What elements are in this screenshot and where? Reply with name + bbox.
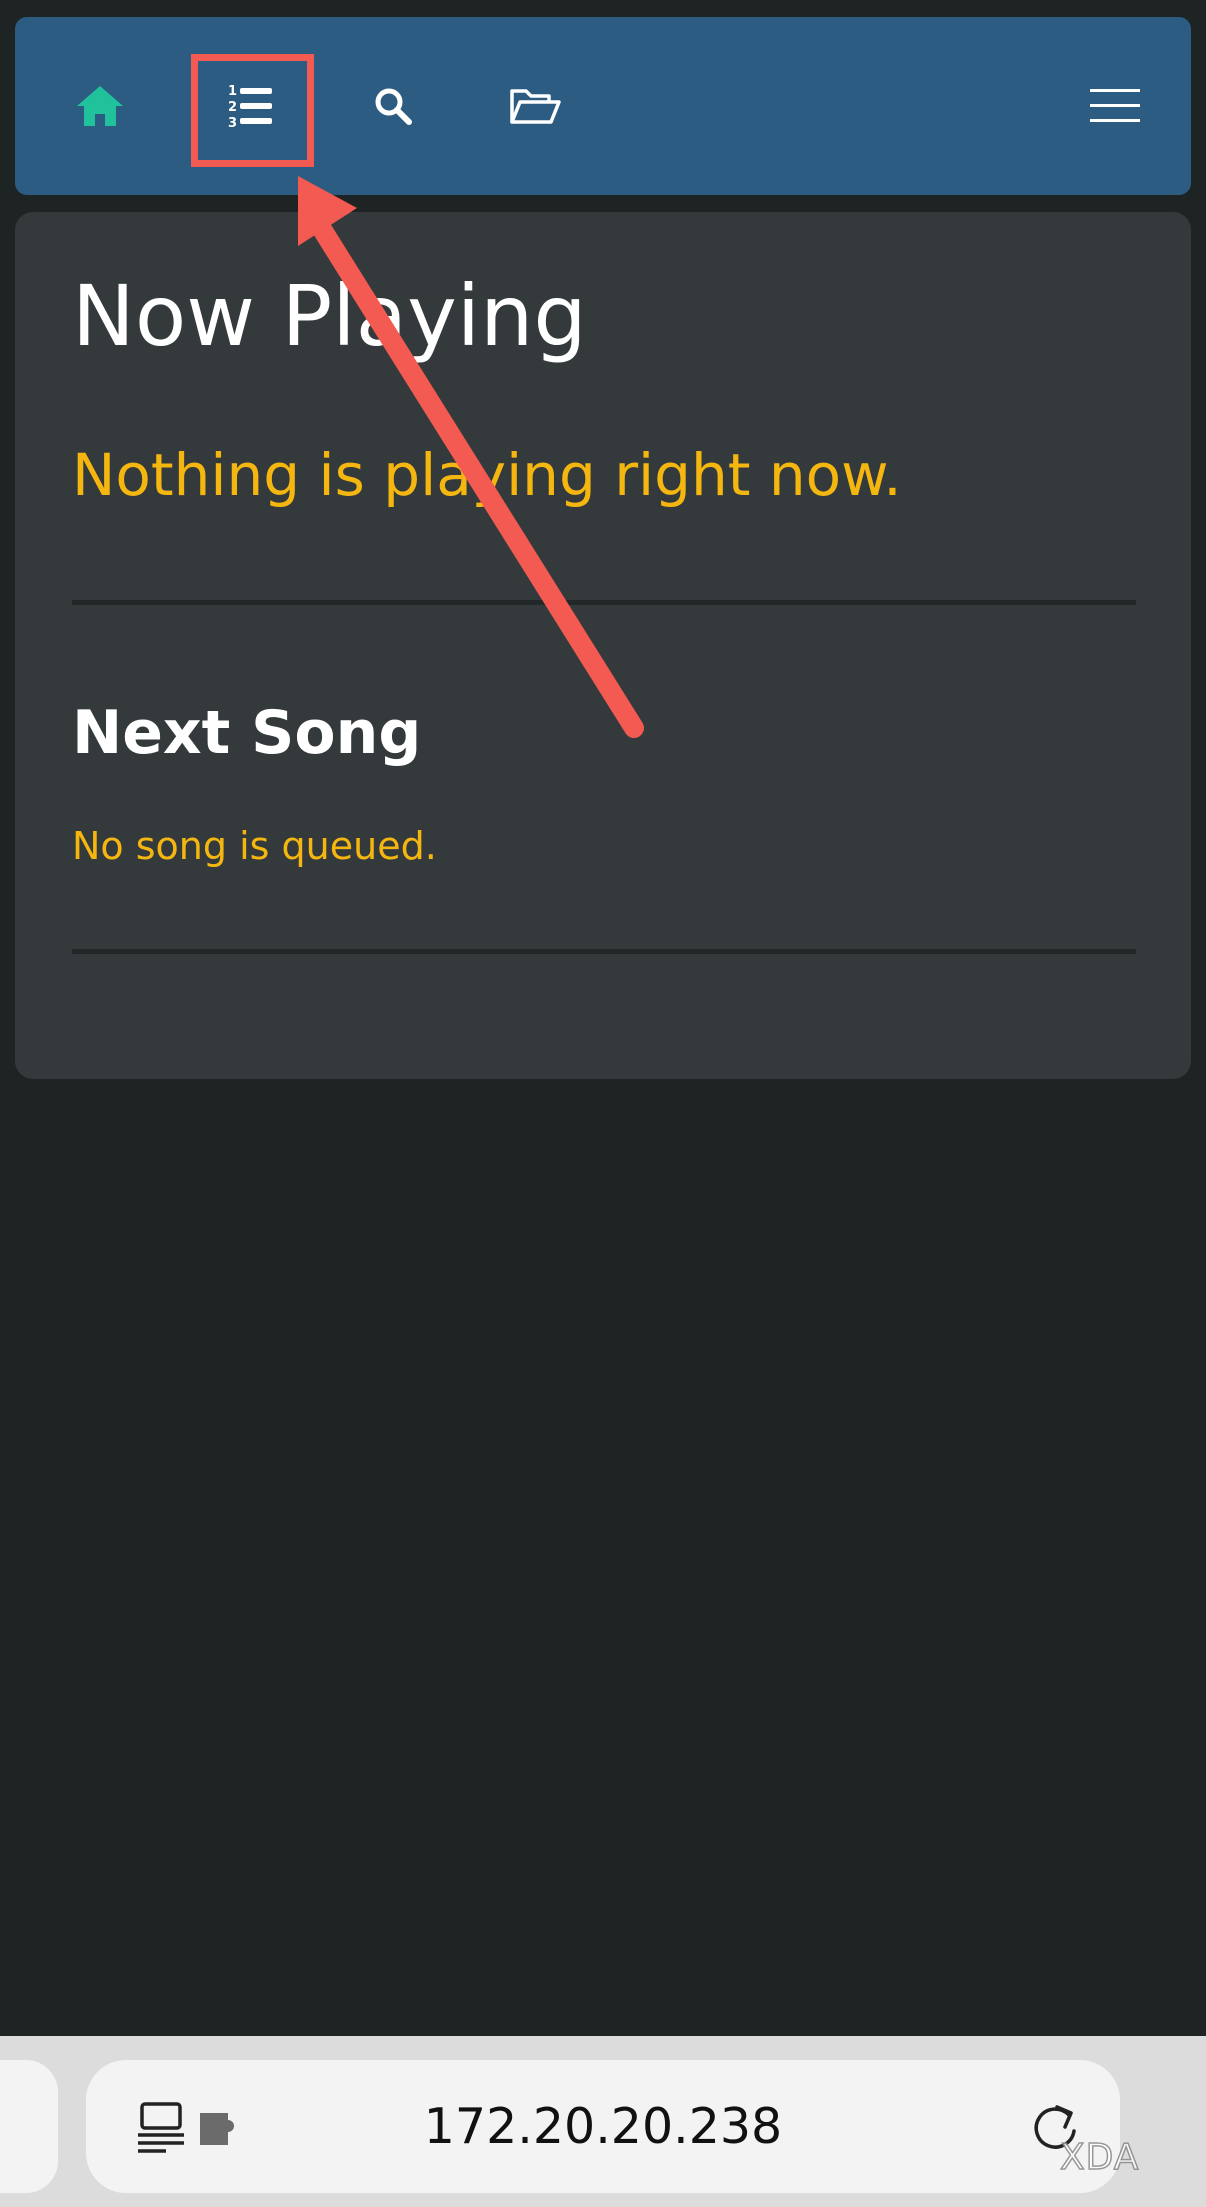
nav-search-button[interactable] — [343, 17, 443, 195]
now-playing-card: Now Playing Nothing is playing right now… — [15, 212, 1191, 1079]
browser-toolbar: 172.20.20.238 — [0, 2036, 1206, 2207]
nav-menu-button[interactable] — [1065, 17, 1165, 195]
nav-home-button[interactable] — [50, 17, 150, 195]
annotation-highlight-box — [191, 54, 314, 167]
home-icon — [75, 84, 125, 128]
nav-browse-button[interactable] — [485, 17, 585, 195]
now-playing-status: Nothing is playing right now. — [72, 441, 902, 509]
xda-watermark: XDA — [1059, 2136, 1140, 2179]
next-song-heading: Next Song — [72, 698, 422, 768]
url-text[interactable]: 172.20.20.238 — [86, 2060, 1120, 2193]
now-playing-heading: Now Playing — [72, 267, 587, 365]
address-bar[interactable]: 172.20.20.238 — [86, 2060, 1120, 2193]
section-divider — [72, 949, 1136, 954]
previous-tab-edge[interactable] — [0, 2060, 58, 2193]
search-icon — [373, 86, 413, 126]
next-song-status: No song is queued. — [72, 824, 437, 868]
section-divider — [72, 600, 1136, 605]
folder-open-icon — [509, 86, 561, 126]
hamburger-menu-icon — [1089, 87, 1141, 125]
